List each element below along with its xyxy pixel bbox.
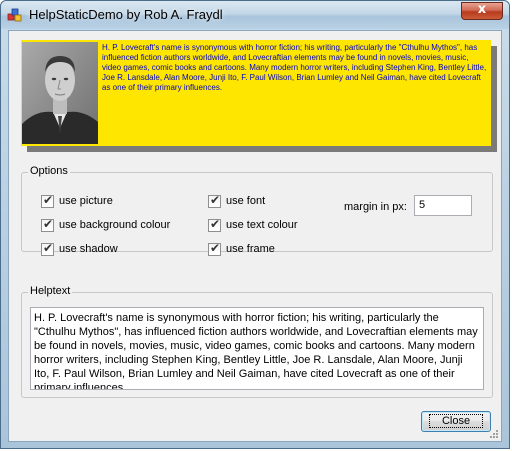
helptext-group: Helptext H. P. Lovecraft's name is synon… xyxy=(21,285,493,398)
portrait-picture xyxy=(22,42,98,144)
close-icon: x xyxy=(477,2,487,17)
checkbox-box[interactable]: ✔ xyxy=(41,193,54,208)
checkbox-box[interactable]: ✔ xyxy=(208,241,221,256)
dialog-window: HelpStaticDemo by Rob A. Fraydl x H. P. … xyxy=(0,0,510,449)
checkmark-icon: ✔ xyxy=(43,217,54,231)
preview-help-text: H. P. Lovecraft's name is synonymous wit… xyxy=(102,43,487,92)
app-icon xyxy=(7,8,22,22)
use-text-colour-label[interactable]: use text colour xyxy=(226,219,298,231)
margin-label: margin in px: xyxy=(344,201,407,213)
title-bar[interactable]: HelpStaticDemo by Rob A. Fraydl x xyxy=(1,1,509,29)
checkbox-box[interactable]: ✔ xyxy=(41,241,54,256)
checkmark-icon: ✔ xyxy=(43,193,54,207)
options-group-title: Options xyxy=(28,165,70,177)
use-frame-label[interactable]: use frame xyxy=(226,243,275,255)
checkmark-icon: ✔ xyxy=(210,193,221,207)
close-button-label: Close xyxy=(428,414,484,428)
resize-grip-icon[interactable] xyxy=(489,429,499,439)
use-picture-label[interactable]: use picture xyxy=(59,195,113,207)
helptext-textarea[interactable]: H. P. Lovecraft's name is synonymous wit… xyxy=(30,307,484,390)
checkbox-box[interactable]: ✔ xyxy=(208,217,221,232)
dialog-client-area: H. P. Lovecraft's name is synonymous wit… xyxy=(8,30,502,442)
checkmark-icon: ✔ xyxy=(43,241,54,255)
close-button[interactable]: Close xyxy=(421,411,491,432)
checkbox-box[interactable]: ✔ xyxy=(41,217,54,232)
helptext-group-title: Helptext xyxy=(28,285,73,297)
portrait-image xyxy=(22,42,98,144)
use-font-label[interactable]: use font xyxy=(226,195,265,207)
options-group: Options ✔ use picture ✔ use background c… xyxy=(21,165,493,256)
window-close-button[interactable]: x xyxy=(461,2,503,20)
use-background-colour-label[interactable]: use background colour xyxy=(59,219,170,231)
help-preview-panel: H. P. Lovecraft's name is synonymous wit… xyxy=(21,40,491,146)
checkbox-box[interactable]: ✔ xyxy=(208,193,221,208)
margin-input[interactable]: 5 xyxy=(414,195,472,216)
use-shadow-label[interactable]: use shadow xyxy=(59,243,118,255)
checkmark-icon: ✔ xyxy=(210,241,221,255)
checkmark-icon: ✔ xyxy=(210,217,221,231)
window-title: HelpStaticDemo by Rob A. Fraydl xyxy=(29,7,223,22)
